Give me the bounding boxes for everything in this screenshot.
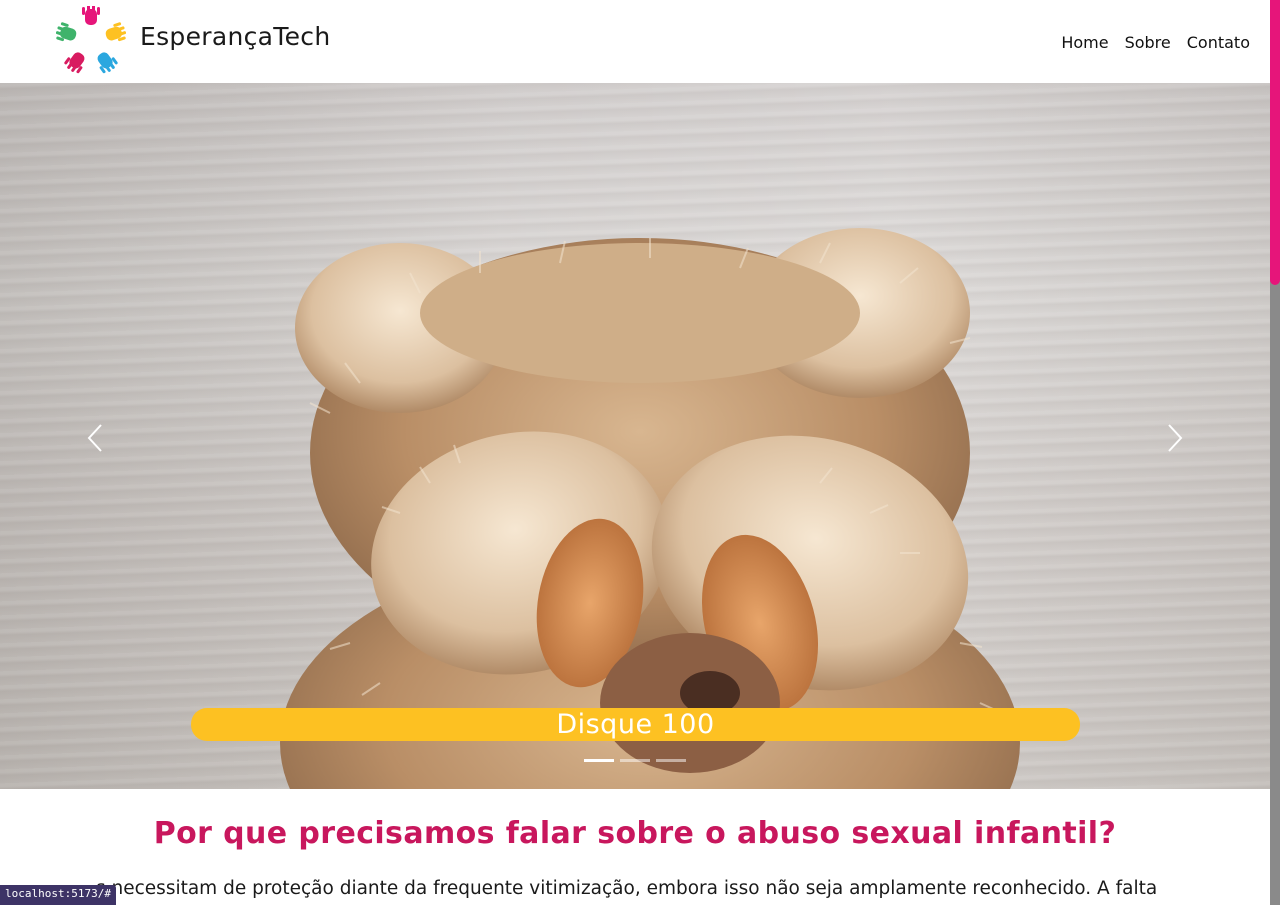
carousel-indicators xyxy=(584,759,686,762)
chevron-left-icon xyxy=(87,424,102,452)
chevron-right-icon xyxy=(1168,424,1183,452)
caption-text: Disque 100 xyxy=(556,709,715,740)
carousel-next-button[interactable] xyxy=(1155,418,1195,458)
carousel-indicator-2[interactable] xyxy=(620,759,650,762)
main-nav: Home Sobre Contato xyxy=(1061,33,1250,52)
brand-name[interactable]: EsperançaTech xyxy=(140,22,330,51)
section-title: Por que precisamos falar sobre o abuso s… xyxy=(153,816,1117,851)
nav-sobre-link[interactable]: Sobre xyxy=(1125,33,1171,52)
intro-paragraph: s necessitam de proteção diante da frequ… xyxy=(20,878,1260,899)
intro-paragraph-text: s necessitam de proteção diante da frequ… xyxy=(96,878,1158,899)
teddy-bear-image xyxy=(280,228,1020,789)
scrollbar-thumb[interactable] xyxy=(1270,0,1280,285)
status-bar-url: localhost:5173/# xyxy=(0,885,116,905)
page-scrollbar[interactable] xyxy=(1270,0,1280,905)
carousel-prev-button[interactable] xyxy=(75,418,115,458)
carousel-caption: Disque 100 xyxy=(191,708,1080,741)
carousel-indicator-3[interactable] xyxy=(656,759,686,762)
site-header: EsperançaTech Home Sobre Contato xyxy=(0,0,1270,83)
nav-home-link[interactable]: Home xyxy=(1061,33,1108,52)
nav-contato-link[interactable]: Contato xyxy=(1187,33,1250,52)
hero-carousel: Disque 100 xyxy=(0,83,1270,789)
hands-logo-icon[interactable] xyxy=(55,5,127,76)
carousel-indicator-1[interactable] xyxy=(584,759,614,762)
